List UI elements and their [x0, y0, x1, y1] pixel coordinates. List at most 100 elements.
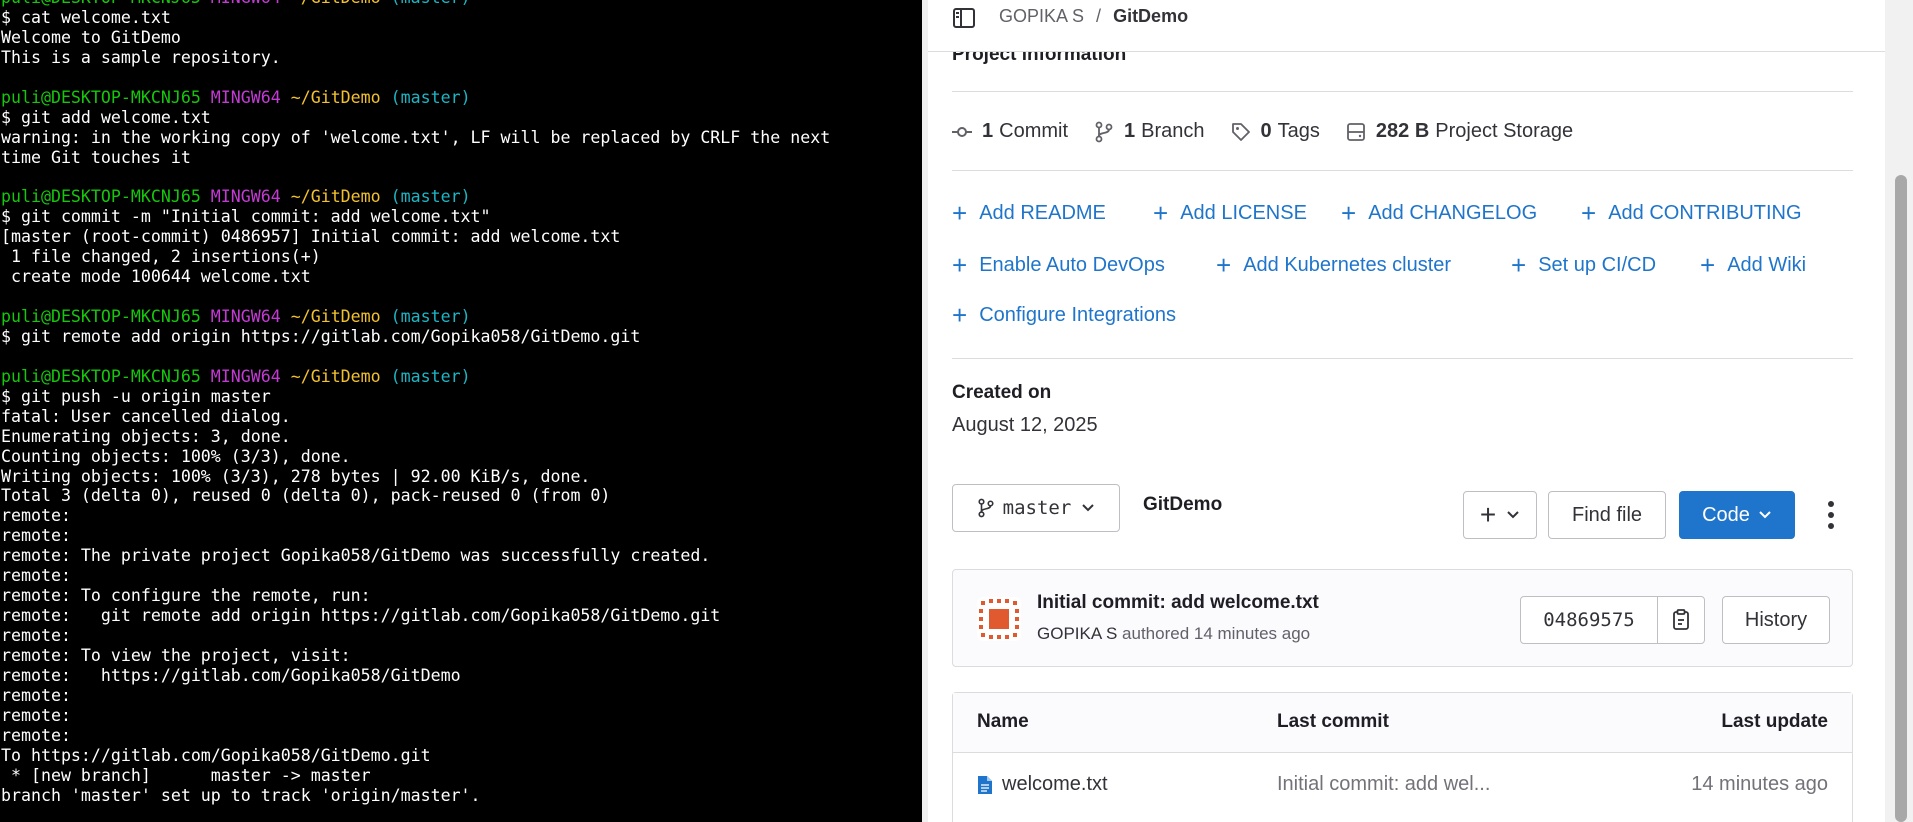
terminal-line: puli@DESKTOP-MKCNJ65 MINGW64 ~/GitDemo (…	[1, 307, 919, 327]
prompt-path: ~/GitDemo	[290, 366, 391, 386]
prompt-user-host: puli@DESKTOP-MKCNJ65	[1, 0, 211, 7]
stat-storage[interactable]: 282 B Project Storage	[1346, 120, 1573, 143]
more-actions-icon[interactable]	[1826, 499, 1836, 531]
terminal-line: This is a sample repository.	[1, 48, 919, 68]
file-name-link[interactable]: welcome.txt	[1002, 773, 1108, 796]
chevron-down-icon	[1082, 504, 1095, 512]
top-bar: GOPIKA S / GitDemo	[928, 0, 1885, 52]
copy-sha-button[interactable]	[1657, 596, 1705, 644]
add-changelog-link[interactable]: + Add CHANGELOG	[1341, 200, 1537, 226]
terminal-line: remote: To configure the remote, run:	[1, 586, 919, 606]
terminal-line: 1 file changed, 2 insertions(+)	[1, 247, 919, 267]
terminal-line: fatal: User cancelled dialog.	[1, 407, 919, 427]
add-license-link[interactable]: + Add LICENSE	[1153, 200, 1307, 226]
commit-time: authored 14 minutes ago	[1122, 624, 1311, 643]
plus-icon: +	[952, 300, 968, 330]
terminal-text: [master (root-commit) 0486957] Initial c…	[1, 227, 621, 247]
terminal-line: puli@DESKTOP-MKCNJ65 MINGW64 ~/GitDemo (…	[1, 88, 919, 108]
stat-commits[interactable]: 1 Commit	[952, 120, 1068, 143]
terminal-text: Counting objects: 100% (3/3), done.	[1, 446, 351, 466]
breadcrumb-owner-link[interactable]: GOPIKA S	[999, 6, 1084, 27]
avatar[interactable]	[977, 597, 1021, 641]
terminal-text: Writing objects: 100% (3/3), 278 bytes |…	[1, 466, 591, 486]
commit-sha[interactable]: 04869575	[1520, 596, 1658, 644]
prompt-shell: MINGW64	[210, 307, 291, 326]
setup-cicd-link[interactable]: + Set up CI/CD	[1511, 252, 1656, 278]
prompt-user-host: puli@DESKTOP-MKCNJ65	[1, 87, 211, 107]
terminal-text: remote: https://gitlab.com/Gopika058/Git…	[1, 665, 461, 685]
terminal-line: create mode 100644 welcome.txt	[1, 267, 919, 287]
add-contributing-link[interactable]: + Add CONTRIBUTING	[1581, 200, 1802, 226]
terminal-text: warning: in the working copy of 'welcome…	[1, 127, 831, 147]
terminal-line: Welcome to GitDemo	[1, 28, 919, 48]
terminal-text: remote: To view the project, visit:	[1, 645, 351, 665]
find-file-button[interactable]: Find file	[1548, 491, 1666, 539]
file-icon	[978, 775, 992, 794]
plus-icon: +	[1581, 198, 1597, 228]
commit-author-link[interactable]: GOPIKA S	[1037, 624, 1117, 643]
terminal-text: remote:	[1, 626, 71, 645]
terminal-text: $ git add welcome.txt	[1, 107, 211, 127]
terminal-text: remote:	[1, 705, 71, 725]
history-button[interactable]: History	[1722, 596, 1830, 644]
prompt-shell: MINGW64	[210, 187, 291, 207]
terminal-text: $ git remote add origin https://gitlab.c…	[1, 326, 641, 346]
clipboard-icon	[1673, 609, 1689, 630]
tag-count: 0	[1260, 120, 1272, 142]
terminal-text: * [new branch] master -> master	[1, 765, 371, 785]
add-kubernetes-cluster-link[interactable]: + Add Kubernetes cluster	[1216, 252, 1451, 278]
file-name-cell[interactable]: welcome.txt	[977, 773, 1108, 796]
scrollbar-thumb[interactable]	[1895, 175, 1907, 822]
code-dropdown-button[interactable]: Code	[1679, 491, 1795, 539]
terminal-line: remote:	[1, 726, 919, 746]
created-on-label: Created on	[952, 382, 1052, 403]
stat-tags[interactable]: 0 Tags	[1231, 120, 1320, 143]
add-dropdown-button[interactable]: +	[1463, 491, 1537, 539]
file-table: Name Last commit Last update welcome.txt…	[952, 692, 1853, 822]
terminal-text: fatal: User cancelled dialog.	[1, 406, 291, 426]
prompt-user-host: puli@DESKTOP-MKCNJ65	[1, 366, 211, 386]
scrollbar[interactable]	[1885, 0, 1913, 822]
terminal-line: branch 'master' set up to track 'origin/…	[1, 786, 919, 806]
enable-auto-devops-link[interactable]: + Enable Auto DevOps	[952, 252, 1165, 278]
terminal-line: remote:	[1, 706, 919, 726]
terminal-line: remote:	[1, 506, 919, 526]
terminal-line: $ git add welcome.txt	[1, 108, 919, 128]
terminal-line: Total 3 (delta 0), reused 0 (delta 0), p…	[1, 486, 919, 506]
terminal-line: Writing objects: 100% (3/3), 278 bytes |…	[1, 467, 919, 487]
terminal-text: To https://gitlab.com/Gopika058/GitDemo.…	[1, 745, 431, 765]
terminal-line: $ git remote add origin https://gitlab.c…	[1, 327, 919, 347]
breadcrumb-separator: /	[1096, 6, 1102, 26]
configure-integrations-link[interactable]: + Configure Integrations	[952, 302, 1176, 328]
file-last-commit-link[interactable]: Initial commit: add wel...	[1277, 773, 1490, 796]
terminal-text: Welcome to GitDemo	[1, 27, 181, 47]
project-name: GitDemo	[1143, 494, 1223, 515]
terminal-text: remote:	[1, 506, 71, 526]
terminal-text: remote: The private project Gopika058/Gi…	[1, 546, 711, 566]
terminal-text: 1 file changed, 2 insertions(+)	[1, 247, 321, 267]
table-header: Name Last commit Last update	[953, 693, 1852, 753]
add-wiki-link[interactable]: + Add Wiki	[1700, 252, 1806, 278]
terminal-line: time Git touches it	[1, 148, 919, 168]
terminal-line: Counting objects: 100% (3/3), done.	[1, 447, 919, 467]
terminal-window[interactable]: puli@DESKTOP-MKCNJ65 MINGW64 ~/GitDemo (…	[0, 0, 922, 822]
divider	[952, 358, 1853, 359]
terminal-text: Total 3 (delta 0), reused 0 (delta 0), p…	[1, 486, 611, 506]
branch-selector[interactable]: master	[952, 484, 1120, 532]
last-commit-panel: Initial commit: add welcome.txt GOPIKA S…	[952, 569, 1853, 667]
plus-icon: +	[952, 250, 968, 280]
terminal-line: remote:	[1, 566, 919, 586]
sidebar-toggle-icon[interactable]	[952, 6, 976, 30]
commit-count: 1	[982, 120, 994, 142]
terminal-output: puli@DESKTOP-MKCNJ65 MINGW64 ~/GitDemo (…	[1, 0, 919, 805]
terminal-line: puli@DESKTOP-MKCNJ65 MINGW64 ~/GitDemo (…	[1, 0, 919, 8]
stat-branches[interactable]: 1 Branch	[1094, 120, 1205, 143]
terminal-line: remote: The private project Gopika058/Gi…	[1, 546, 919, 566]
branch-icon	[1095, 121, 1113, 142]
terminal-text: remote:	[1, 725, 71, 745]
commit-title-link[interactable]: Initial commit: add welcome.txt	[1037, 592, 1319, 614]
breadcrumb-project-link[interactable]: GitDemo	[1113, 6, 1188, 27]
add-readme-link[interactable]: + Add README	[952, 200, 1106, 226]
prompt-shell: MINGW64	[210, 87, 291, 107]
